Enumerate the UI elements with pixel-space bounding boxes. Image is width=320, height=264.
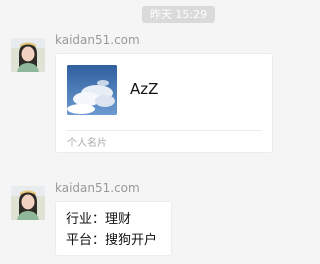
sender-name: kaidan51.com [55,181,140,195]
sky-clouds-icon [67,65,117,115]
message-line: 平台：搜狗开户 [66,233,158,248]
sender-avatar[interactable] [11,38,45,72]
card-divider [66,130,262,131]
message-line: 行业：理财 [66,212,132,227]
contact-card-name: AzZ [130,80,159,98]
sender-name: kaidan51.com [55,33,140,47]
girl-avatar-icon [11,186,45,220]
contact-card-type-label: 个人名片 [67,138,107,149]
girl-avatar-icon [11,38,45,72]
contact-card-thumbnail [67,65,117,115]
contact-card[interactable]: AzZ 个人名片 [55,53,273,153]
timestamp-label: 昨天 15:29 [142,6,215,23]
sender-avatar[interactable] [11,186,45,220]
text-message-bubble[interactable]: 行业：理财 平台：搜狗开户 [55,201,172,256]
